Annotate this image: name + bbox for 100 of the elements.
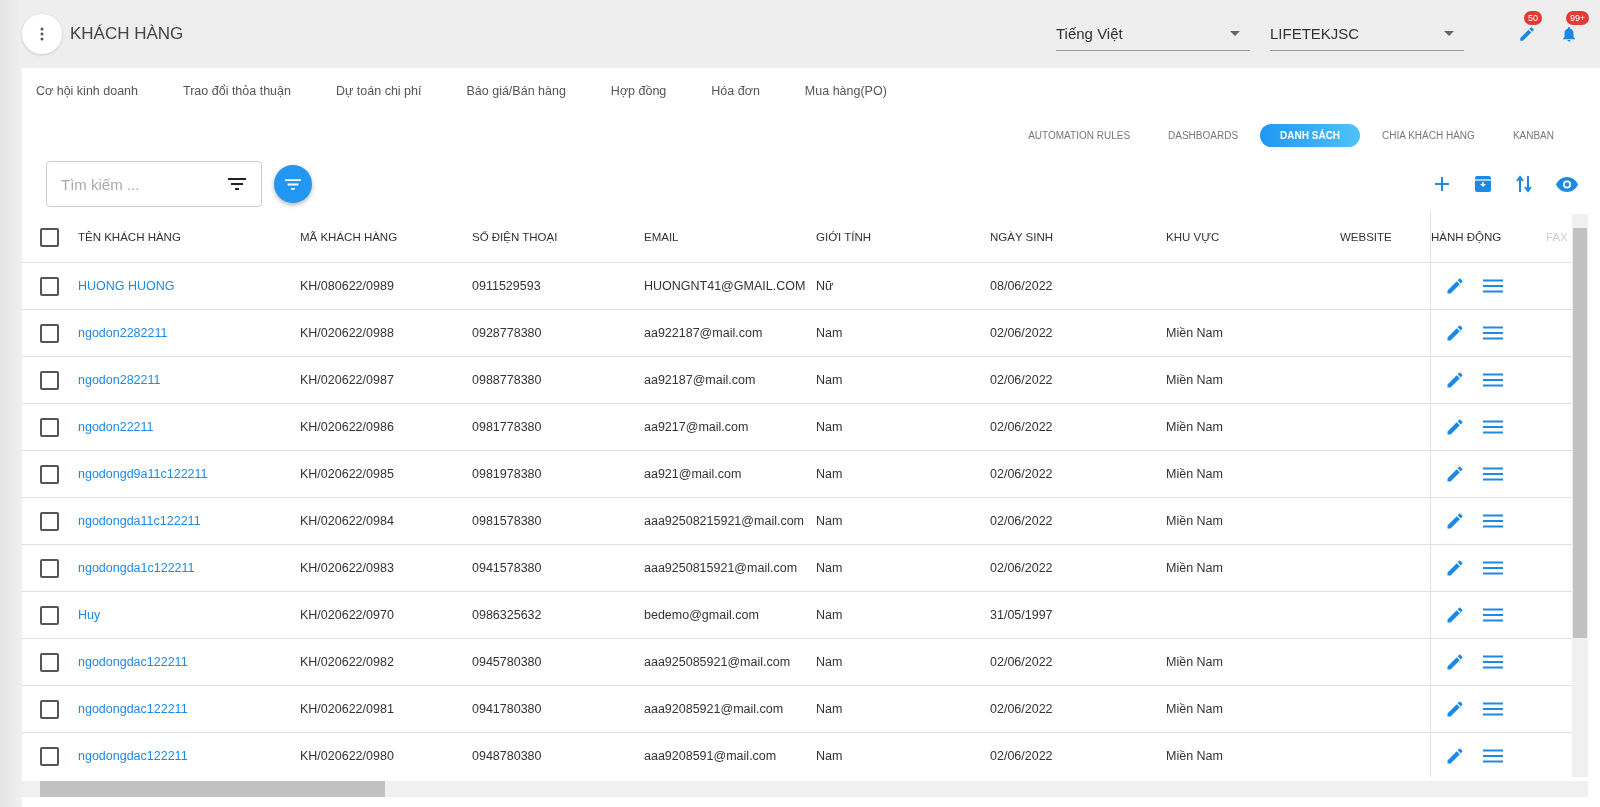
more-icon: [40, 27, 44, 41]
pencil-icon[interactable]: [1445, 605, 1465, 625]
table-cell: 02/06/2022: [990, 655, 1053, 669]
customer-name-link[interactable]: ngodongd9a11c122211: [78, 467, 208, 481]
table-cell: Miền Nam: [1166, 326, 1223, 340]
add-icon[interactable]: [1434, 176, 1450, 192]
menu-icon[interactable]: [1483, 514, 1503, 528]
customer-name-link[interactable]: HUONG HUONG: [78, 279, 175, 293]
table-cell: KH/020622/0986: [300, 420, 394, 434]
module-tab[interactable]: Cơ hội kinh doanh: [36, 84, 161, 114]
table-cell: KH/020622/0988: [300, 326, 394, 340]
column-header: MÃ KHÁCH HÀNG: [300, 230, 399, 245]
row-checkbox[interactable]: [39, 699, 59, 719]
pencil-icon[interactable]: [1445, 746, 1465, 766]
view-tab[interactable]: CHIA KHÁCH HÀNG: [1366, 123, 1491, 147]
filter-icon: [285, 178, 301, 190]
row-checkbox[interactable]: [39, 605, 59, 625]
table-cell: 02/06/2022: [990, 514, 1053, 528]
pencil-icon[interactable]: [1445, 323, 1465, 343]
customer-name-link[interactable]: ngodongda11c122211: [78, 514, 201, 528]
pencil-icon[interactable]: [1445, 370, 1465, 390]
filter-icon: [228, 178, 246, 190]
column-header: GIỚI TÍNH: [816, 230, 872, 245]
pencil-icon[interactable]: [1445, 417, 1465, 437]
pencil-icon[interactable]: [1445, 464, 1465, 484]
horizontal-scrollbar[interactable]: [22, 781, 1588, 797]
row-checkbox[interactable]: [39, 417, 59, 437]
row-checkbox[interactable]: [39, 464, 59, 484]
menu-icon[interactable]: [1483, 420, 1503, 434]
pencil-icon[interactable]: [1445, 558, 1465, 578]
module-tab[interactable]: Dự toán chi phí: [335, 84, 445, 114]
vertical-scrollbar[interactable]: [1572, 214, 1588, 777]
company-select[interactable]: LIFETEKJSC: [1270, 17, 1464, 51]
row-checkbox[interactable]: [39, 511, 59, 531]
menu-icon[interactable]: [1483, 373, 1503, 387]
menu-icon[interactable]: [1483, 608, 1503, 622]
language-select[interactable]: Tiếng Việt: [1056, 17, 1250, 51]
customer-name-link[interactable]: Huy: [78, 608, 101, 622]
column-header: NGÀY SINH: [990, 230, 1055, 245]
menu-icon[interactable]: [1483, 326, 1503, 340]
table-cell: 0986325632: [472, 608, 542, 622]
table-cell: aaa92508215921@mail.com: [644, 514, 805, 528]
customer-name-link[interactable]: ngodongdac122211: [78, 749, 188, 763]
pencil-icon[interactable]: [1445, 652, 1465, 672]
row-checkbox[interactable]: [39, 323, 59, 343]
module-tab[interactable]: Mua hàng(PO): [804, 84, 910, 114]
table-cell: HUONGNT41@GMAIL.COM: [644, 279, 806, 293]
table-cell: Miền Nam: [1166, 373, 1223, 387]
table-cell: 31/05/1997: [990, 608, 1053, 622]
pencil-icon[interactable]: [1445, 699, 1465, 719]
filter-button[interactable]: [274, 165, 312, 203]
table-cell: KH/020622/0970: [300, 608, 394, 622]
pencil-icon[interactable]: [1445, 511, 1465, 531]
customer-name-link[interactable]: ngodongdac122211: [78, 655, 188, 669]
column-header: HÀNH ĐỘNG: [1430, 212, 1540, 262]
sort-arrows-icon[interactable]: [1516, 175, 1532, 193]
archive-icon[interactable]: [1474, 175, 1492, 193]
module-tab[interactable]: Trao đổi thỏa thuận: [183, 84, 314, 114]
table-cell: KH/020622/0980: [300, 749, 394, 763]
table-cell: aaa9250815921@mail.com: [644, 561, 798, 575]
table-cell: aa92187@mail.com: [644, 373, 756, 387]
customer-name-link[interactable]: ngodon22211: [78, 420, 154, 434]
table-cell: 0941780380: [472, 702, 542, 716]
row-checkbox[interactable]: [39, 370, 59, 390]
module-tab[interactable]: Hóa đơn: [711, 84, 783, 114]
view-tab[interactable]: DASHBOARDS: [1152, 123, 1255, 147]
table-cell: 02/06/2022: [990, 702, 1053, 716]
menu-icon[interactable]: [1483, 467, 1503, 481]
row-checkbox[interactable]: [39, 652, 59, 672]
menu-icon[interactable]: [1483, 702, 1503, 716]
menu-icon[interactable]: [1483, 749, 1503, 763]
table-cell: Miền Nam: [1166, 514, 1223, 528]
row-checkbox[interactable]: [39, 276, 59, 296]
customer-name-link[interactable]: ngodongda1c122211: [78, 561, 195, 575]
search-field[interactable]: Tìm kiếm ...: [46, 161, 262, 207]
view-tab[interactable]: KANBAN: [1496, 123, 1570, 147]
menu-icon[interactable]: [1483, 655, 1503, 669]
pencil-icon[interactable]: [1518, 25, 1536, 43]
menu-icon[interactable]: [1483, 561, 1503, 575]
menu-icon[interactable]: [1483, 279, 1503, 293]
row-checkbox[interactable]: [39, 746, 59, 766]
table-cell: Nữ: [816, 279, 834, 293]
view-tab[interactable]: DANH SÁCH: [1260, 123, 1361, 147]
row-checkbox[interactable]: [39, 558, 59, 578]
select-all-checkbox[interactable]: [39, 227, 59, 247]
table-cell: 02/06/2022: [990, 467, 1053, 481]
column-header: EMAIL: [644, 230, 680, 245]
module-tab[interactable]: Hợp đồng: [610, 84, 690, 114]
bell-icon[interactable]: [1560, 25, 1578, 43]
eye-icon[interactable]: [1556, 176, 1578, 192]
count-badge: 50: [1524, 11, 1542, 25]
customer-name-link[interactable]: ngodongdac122211: [78, 702, 188, 716]
customer-name-link[interactable]: ngodon282211: [78, 373, 161, 387]
column-header: TÊN KHÁCH HÀNG: [77, 230, 182, 245]
table-cell: KH/080622/0989: [300, 279, 394, 293]
module-tab[interactable]: Báo giá/Bán hàng: [466, 84, 589, 114]
pencil-icon[interactable]: [1445, 276, 1465, 296]
table-cell: KH/020622/0987: [300, 373, 394, 387]
view-tab[interactable]: AUTOMATION RULES: [1012, 123, 1147, 147]
customer-name-link[interactable]: ngodon2282211: [78, 326, 168, 340]
